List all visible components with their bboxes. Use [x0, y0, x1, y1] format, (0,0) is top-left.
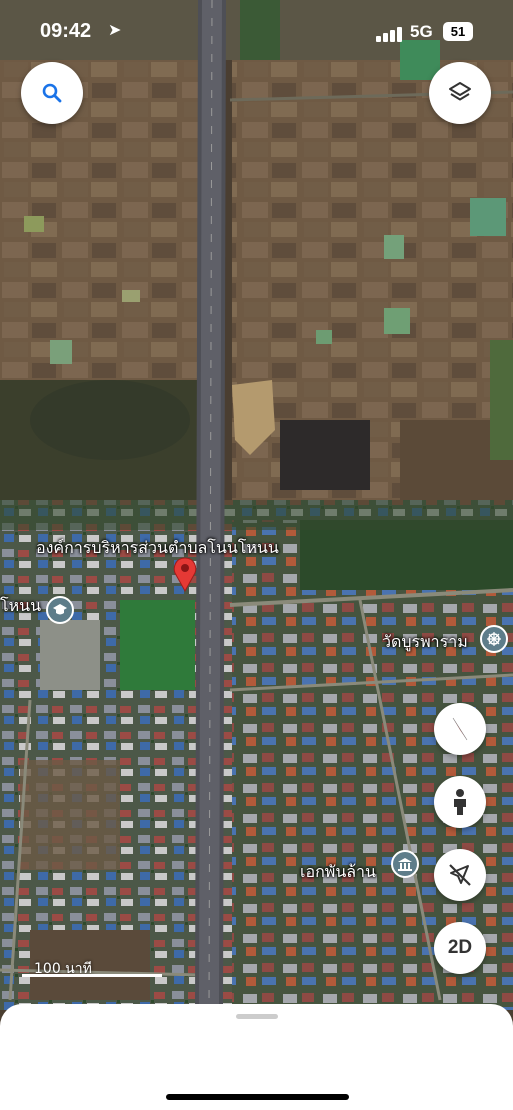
- navigation-off-icon: [449, 864, 471, 886]
- status-time: 09:42: [40, 20, 92, 42]
- home-indicator: [166, 1094, 349, 1100]
- school-icon[interactable]: [46, 596, 74, 624]
- street-view-icon: [454, 789, 466, 815]
- street-view-button[interactable]: [434, 776, 486, 828]
- place-label[interactable]: เอกพันล้าน: [300, 860, 376, 885]
- temple-label[interactable]: วัดบูรพาราม: [382, 630, 468, 655]
- bottom-sheet[interactable]: [0, 1004, 513, 1110]
- layers-icon: [449, 82, 471, 101]
- search-button[interactable]: [21, 62, 83, 124]
- compass-button[interactable]: [434, 703, 486, 755]
- temple-icon[interactable]: [480, 625, 508, 653]
- search-icon: [42, 83, 62, 103]
- layers-button[interactable]: [429, 62, 491, 124]
- view-toggle-2d-button[interactable]: 2D: [434, 922, 486, 974]
- navigation-off-button[interactable]: [434, 849, 486, 901]
- location-services-icon: ➤: [108, 22, 122, 39]
- compass-icon: [452, 717, 468, 741]
- school-label[interactable]: โหนน: [0, 594, 41, 619]
- status-bar: 09:42 ➤ 5G 51: [0, 18, 513, 48]
- scale-line: [22, 974, 162, 977]
- admin-office-label[interactable]: องค์การบริหารส่วนตำบลโนนโหนน: [36, 536, 279, 561]
- scale-bar: 100 นาที: [22, 956, 162, 977]
- sheet-grabber-handle[interactable]: [236, 1014, 278, 1019]
- battery-indicator: 51: [443, 22, 473, 41]
- museum-icon[interactable]: [391, 850, 419, 878]
- cellular-signal-icon: [376, 26, 406, 42]
- network-type: 5G: [410, 22, 433, 41]
